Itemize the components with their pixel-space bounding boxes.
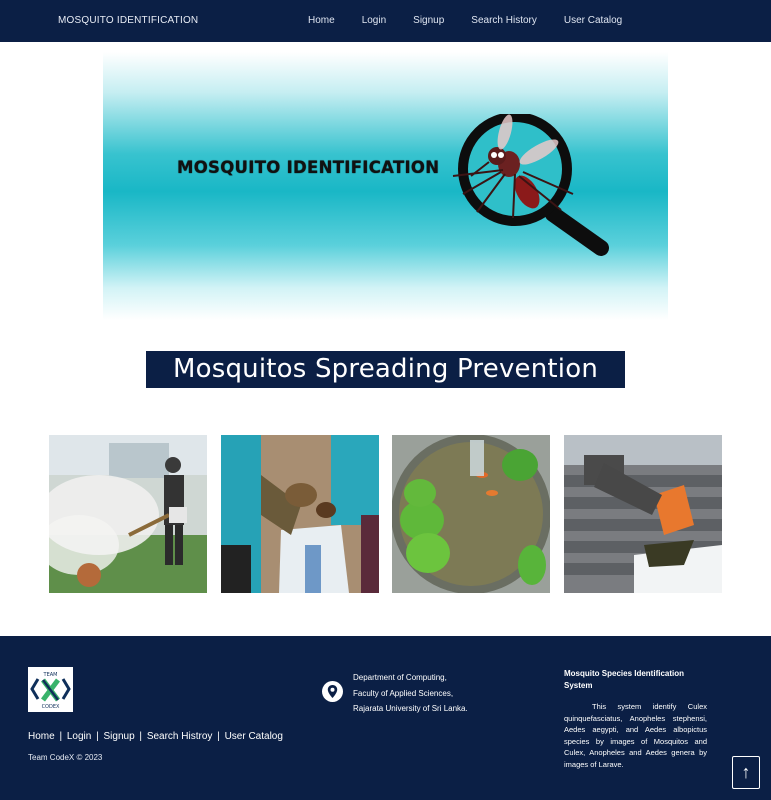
svg-text:CODEX: CODEX (42, 704, 60, 710)
about-title: Mosquito Species Identification System (564, 669, 685, 690)
photo-gutter-cleaning (564, 435, 722, 593)
navbar-brand[interactable]: MOSQUITO IDENTIFICATION (58, 15, 198, 26)
map-pin-icon (322, 681, 343, 702)
nav-links: Home Login Signup Search History User Ca… (308, 15, 649, 26)
navbar: MOSQUITO IDENTIFICATION Home Login Signu… (0, 0, 771, 42)
footer-link-home[interactable]: Home (28, 731, 55, 742)
footer-links: Home | Login | Signup | Search Histroy |… (28, 731, 283, 742)
magnifier-mosquito-icon (452, 114, 609, 256)
photo-fogging (49, 435, 207, 593)
prevention-title: Mosquitos Spreading Prevention (172, 354, 599, 384)
nav-signup[interactable]: Signup (413, 15, 444, 26)
photo-water-container (392, 435, 550, 593)
nav-search-history[interactable]: Search History (471, 15, 537, 26)
footer-link-search-history[interactable]: Search Histroy (147, 731, 213, 742)
address-line: Department of Computing, (353, 673, 447, 682)
footer-separator: | (59, 731, 63, 742)
nav-login[interactable]: Login (362, 15, 386, 26)
arrow-up-icon: ↑ (741, 762, 751, 782)
hero-title: MOSQUITO IDENTIFICATION (177, 158, 440, 177)
address-line: Rajarata University of Sri Lanka. (353, 704, 468, 713)
photo-cleaning (221, 435, 379, 593)
footer: TEAM CODEX Home | Login | Signup | Searc… (0, 636, 771, 800)
footer-separator: | (139, 731, 143, 742)
about-text: This system identify Culex quinquefascia… (564, 702, 707, 769)
footer-link-login[interactable]: Login (67, 731, 91, 742)
hero-banner: MOSQUITO IDENTIFICATION (103, 52, 668, 320)
nav-home[interactable]: Home (308, 15, 335, 26)
prevention-banner: Mosquitos Spreading Prevention (146, 351, 625, 388)
footer-link-user-catalog[interactable]: User Catalog (225, 731, 283, 742)
footer-separator: | (217, 731, 220, 742)
footer-separator: | (96, 731, 99, 742)
footer-link-signup[interactable]: Signup (104, 731, 135, 742)
nav-user-catalog[interactable]: User Catalog (564, 15, 622, 26)
copyright: Team CodeX © 2023 (28, 753, 103, 762)
address-line: Faculty of Applied Sciences, (353, 688, 454, 698)
address: Department of Computing, Faculty of Appl… (353, 670, 468, 717)
team-codex-logo: TEAM CODEX (28, 667, 73, 712)
scroll-to-top-button[interactable]: ↑ (732, 756, 760, 789)
svg-text:TEAM: TEAM (43, 672, 58, 678)
